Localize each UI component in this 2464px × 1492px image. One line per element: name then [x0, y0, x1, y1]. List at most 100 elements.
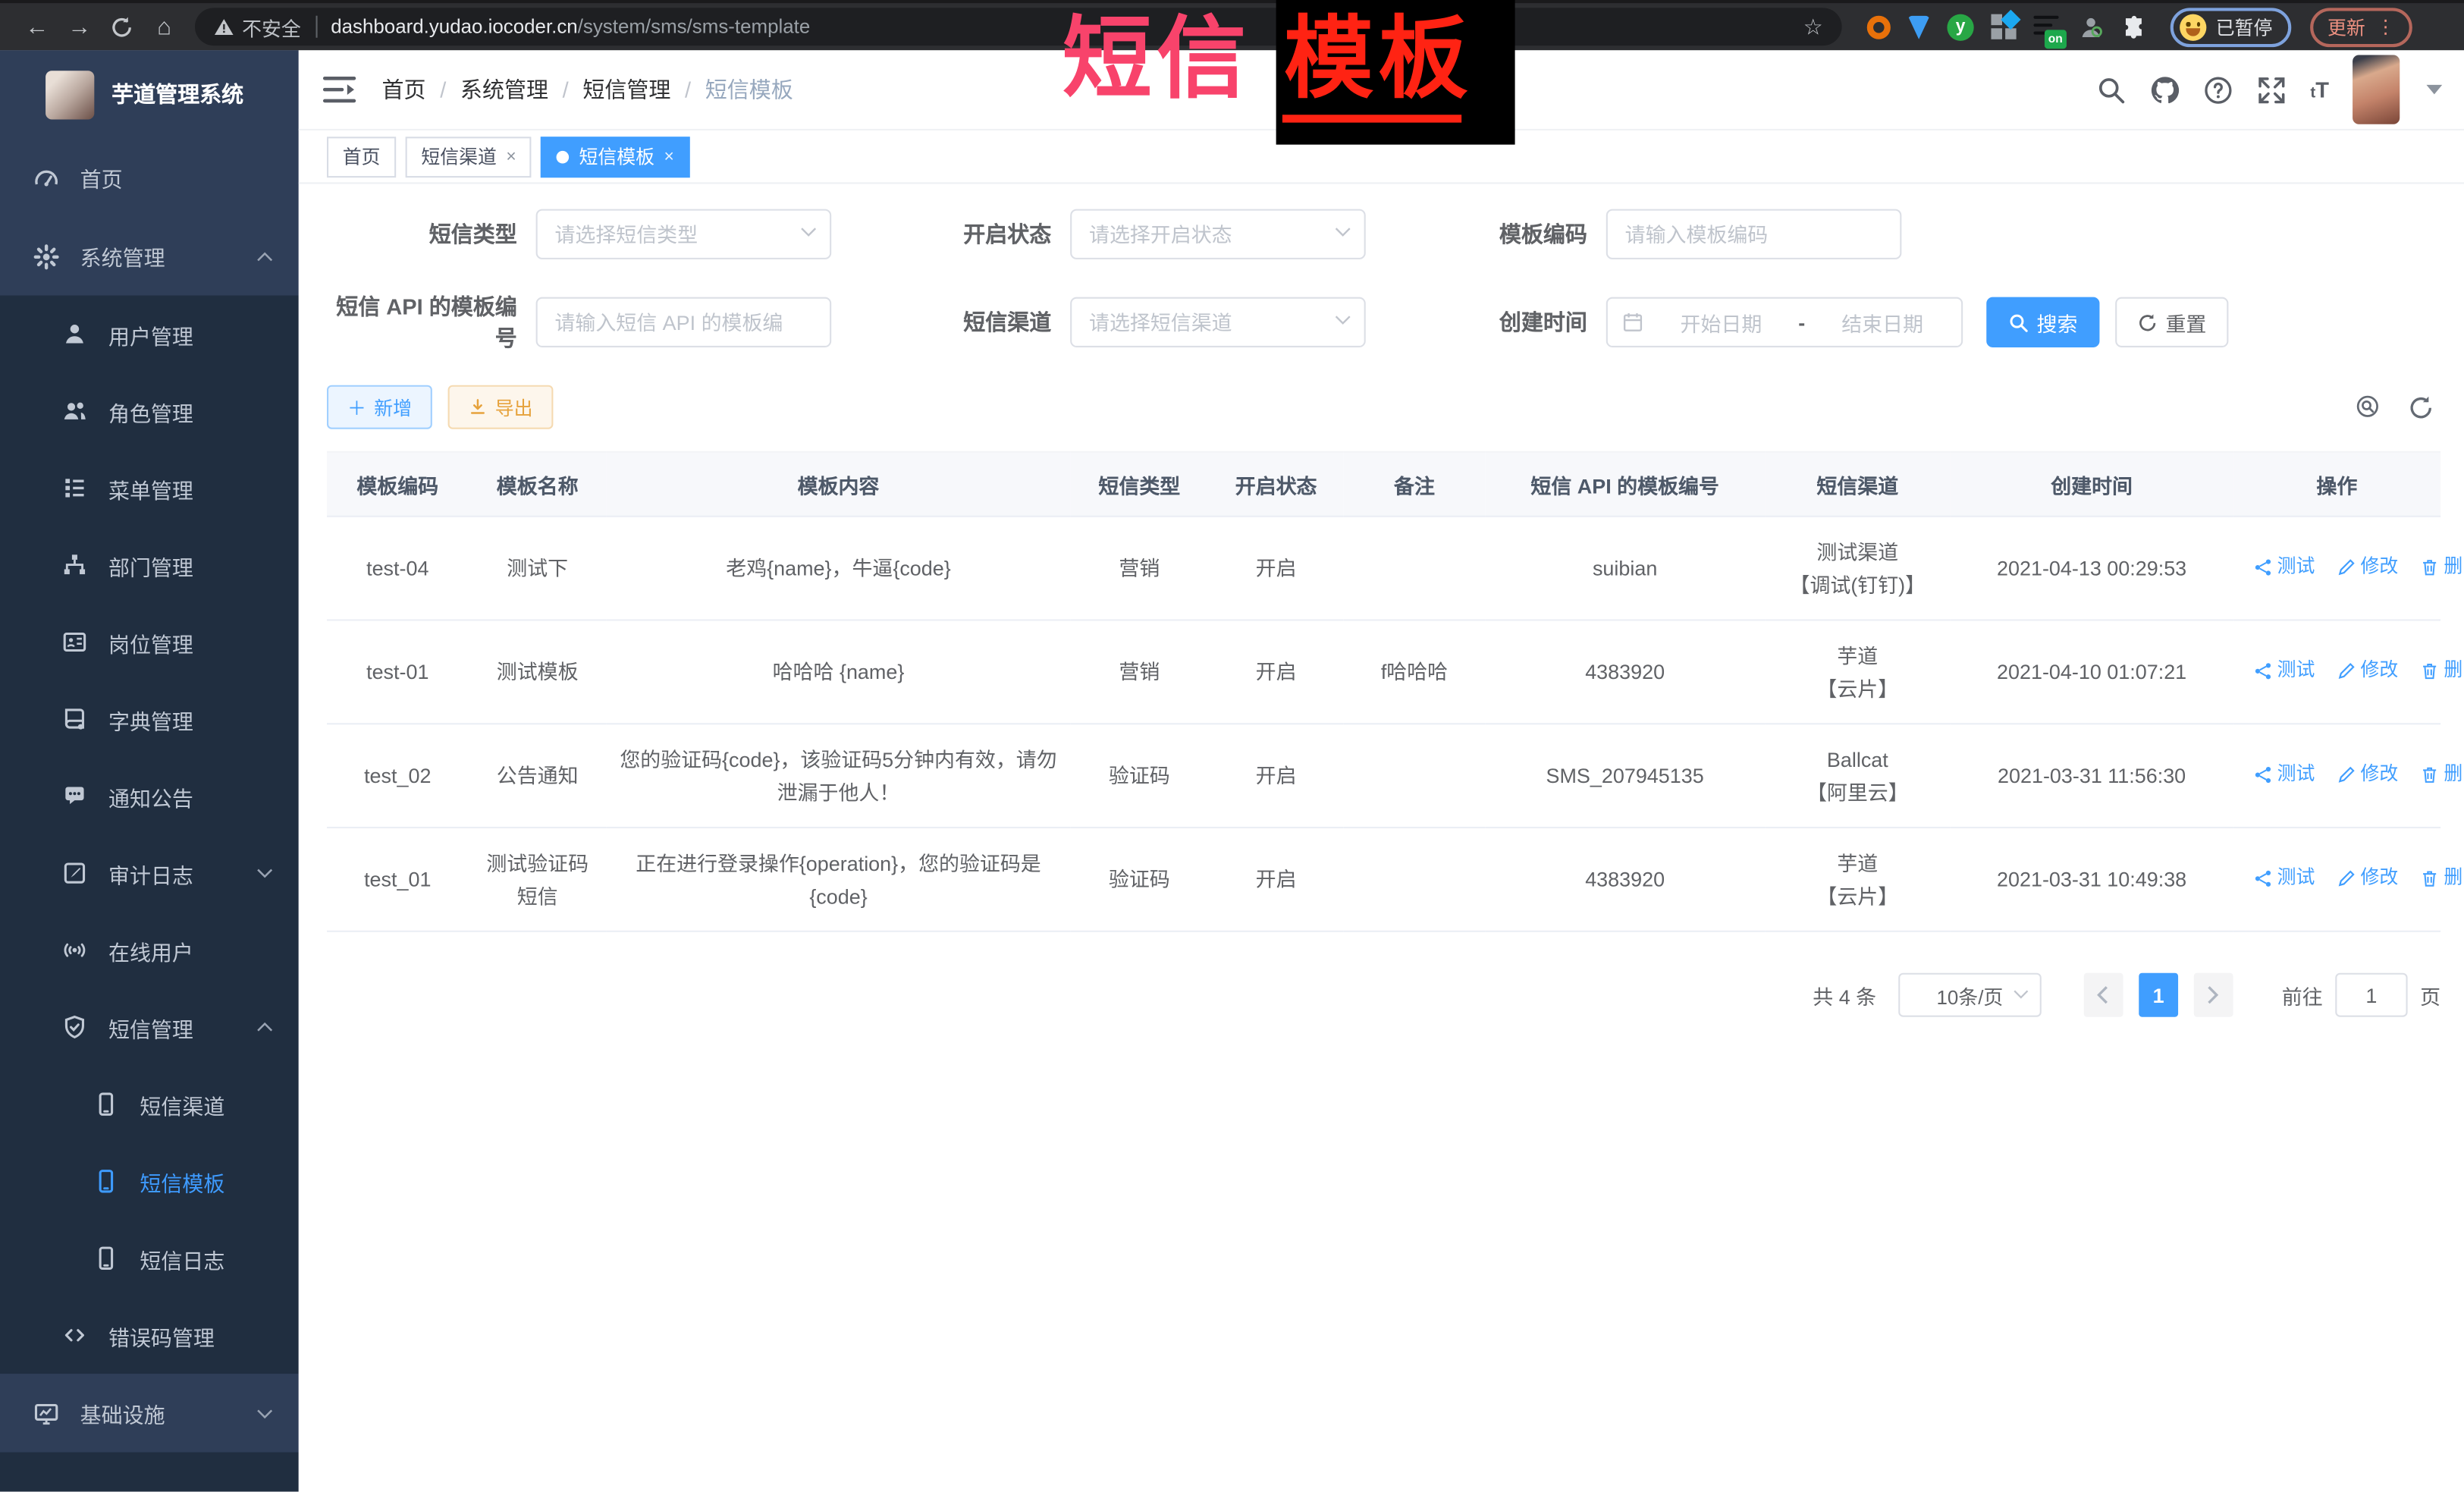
- caret-down-icon[interactable]: [2426, 85, 2442, 94]
- sidebar-item-menus[interactable]: 菜单管理: [0, 450, 299, 527]
- test-link[interactable]: 测试: [2254, 551, 2315, 584]
- github-icon[interactable]: [2150, 74, 2180, 104]
- table-row: test_01 测试验证码短信 正在进行登录操作{operation}，您的验证…: [327, 828, 2440, 931]
- sidebar-toggle-icon[interactable]: [322, 74, 357, 105]
- edit-icon: [2337, 765, 2356, 784]
- date-range-picker[interactable]: 开始日期 - 结束日期: [1606, 297, 1963, 347]
- sidebar-item-home[interactable]: 首页: [0, 138, 299, 217]
- tab-sms-template[interactable]: 短信模板 ×: [541, 136, 690, 177]
- profile-chip[interactable]: 已暂停: [2171, 7, 2292, 46]
- home-icon[interactable]: ⌂: [143, 8, 186, 46]
- prev-page-button[interactable]: [2084, 973, 2123, 1017]
- tab-home[interactable]: 首页: [327, 136, 396, 177]
- channel-select[interactable]: [1070, 297, 1366, 347]
- bookmark-star-icon[interactable]: ☆: [1803, 14, 1823, 40]
- chevron-up-icon: [256, 1022, 274, 1033]
- current-page[interactable]: 1: [2139, 973, 2178, 1017]
- table-row: test-01 测试模板 哈哈哈 {name} 营销 开启 f哈哈哈 43839…: [327, 620, 2440, 724]
- sidebar-item-online-users[interactable]: 在线用户: [0, 912, 299, 989]
- app-logo[interactable]: 芋道管理系统: [0, 50, 299, 138]
- chevron-up-icon: [256, 251, 274, 262]
- api-template-id-input[interactable]: [536, 297, 832, 347]
- sidebar-item-error-codes[interactable]: 错误码管理: [0, 1297, 299, 1374]
- edit-link[interactable]: 修改: [2337, 862, 2398, 895]
- sidebar-item-sms-template[interactable]: 短信模板: [0, 1142, 299, 1220]
- sidebar-item-notices[interactable]: 通知公告: [0, 758, 299, 835]
- edit-link[interactable]: 修改: [2337, 551, 2398, 584]
- extension-grid-icon[interactable]: [1991, 14, 2016, 39]
- breadcrumb-sms[interactable]: 短信管理: [582, 74, 670, 105]
- extension-ring-icon[interactable]: [1867, 15, 1891, 39]
- goto-label: 前往: [2282, 980, 2323, 1010]
- template-code-input[interactable]: [1606, 209, 1902, 259]
- sidebar-item-sms-channel[interactable]: 短信渠道: [0, 1066, 299, 1143]
- goto-page-input[interactable]: [2335, 973, 2407, 1017]
- sidebar-item-system[interactable]: 系统管理: [0, 217, 299, 296]
- search-icon[interactable]: [2097, 74, 2127, 104]
- phone-icon: [93, 1091, 119, 1117]
- share-icon: [2254, 661, 2273, 680]
- edit-link[interactable]: 修改: [2337, 758, 2398, 791]
- status-select[interactable]: [1070, 209, 1366, 259]
- profile-label: 已暂停: [2216, 14, 2273, 40]
- extension-drop-icon[interactable]: [1908, 15, 1930, 39]
- fullscreen-icon[interactable]: [2257, 74, 2287, 104]
- broadcast-icon: [61, 937, 88, 963]
- next-page-button[interactable]: [2194, 973, 2233, 1017]
- sidebar-item-sms-log[interactable]: 短信日志: [0, 1220, 299, 1297]
- sms-type-select[interactable]: [536, 209, 832, 259]
- extension-y-icon[interactable]: y: [1947, 14, 1973, 40]
- search-button[interactable]: 搜索: [1986, 297, 2099, 347]
- update-button[interactable]: 更新 ⋮: [2310, 7, 2412, 46]
- avatar[interactable]: [2353, 55, 2400, 124]
- security-warning[interactable]: 不安全: [214, 12, 301, 42]
- delete-link[interactable]: 删除: [2420, 655, 2464, 688]
- sms-template-table: 模板编码 模板名称 模板内容 短信类型 开启状态 备注 短信 API 的模板编号…: [327, 451, 2440, 932]
- sidebar-item-infrastructure[interactable]: 基础设施: [0, 1374, 299, 1453]
- test-link[interactable]: 测试: [2254, 758, 2315, 791]
- breadcrumb-home[interactable]: 首页: [382, 74, 426, 105]
- tab-sms-channel[interactable]: 短信渠道 ×: [406, 136, 532, 177]
- refresh-icon: [2137, 312, 2158, 332]
- share-icon: [2254, 869, 2273, 887]
- table-header-row: 模板编码 模板名称 模板内容 短信类型 开启状态 备注 短信 API 的模板编号…: [327, 452, 2440, 517]
- delete-link[interactable]: 删除: [2420, 758, 2464, 791]
- calendar-icon: [1622, 311, 1644, 333]
- forward-icon[interactable]: →: [58, 8, 101, 46]
- share-icon: [2254, 558, 2273, 576]
- chevron-down-icon: [256, 1408, 274, 1419]
- export-button[interactable]: 导出: [448, 385, 554, 429]
- sidebar-item-sms[interactable]: 短信管理: [0, 988, 299, 1066]
- extensions-puzzle-icon[interactable]: [2121, 14, 2148, 40]
- help-icon[interactable]: [2203, 74, 2233, 104]
- sidebar-item-audit-log[interactable]: 审计日志: [0, 834, 299, 912]
- close-icon[interactable]: ×: [664, 147, 673, 166]
- delete-link[interactable]: 删除: [2420, 551, 2464, 584]
- page-size-select[interactable]: 10条/页: [1898, 973, 2042, 1017]
- sidebar-item-positions[interactable]: 岗位管理: [0, 604, 299, 681]
- extension-list-on-icon[interactable]: on: [2033, 14, 2060, 40]
- reload-icon[interactable]: [101, 8, 143, 46]
- toggle-search-icon[interactable]: [2356, 394, 2382, 420]
- edit-link[interactable]: 修改: [2337, 655, 2398, 688]
- security-label: 不安全: [242, 12, 301, 42]
- delete-link[interactable]: 删除: [2420, 862, 2464, 895]
- font-size-icon[interactable]: tT: [2310, 77, 2329, 102]
- add-button[interactable]: ＋ 新增: [327, 385, 432, 429]
- search-icon: [2008, 312, 2029, 332]
- sidebar-item-departments[interactable]: 部门管理: [0, 526, 299, 604]
- close-icon[interactable]: ×: [506, 147, 516, 166]
- reset-button[interactable]: 重置: [2115, 297, 2228, 347]
- refresh-table-icon[interactable]: [2408, 394, 2434, 420]
- menu-dots-icon[interactable]: ⋮: [2376, 17, 2395, 36]
- test-link[interactable]: 测试: [2254, 655, 2315, 688]
- sidebar-item-users[interactable]: 用户管理: [0, 296, 299, 373]
- sidebar-item-roles[interactable]: 角色管理: [0, 372, 299, 450]
- update-label: 更新: [2327, 14, 2365, 40]
- sidebar-item-dictionary[interactable]: 字典管理: [0, 680, 299, 758]
- url-bar[interactable]: 不安全 dashboard.yudao.iocoder.cn/system/sm…: [195, 8, 1842, 46]
- test-link[interactable]: 测试: [2254, 862, 2315, 895]
- breadcrumb-system[interactable]: 系统管理: [460, 74, 548, 105]
- back-icon[interactable]: ←: [16, 8, 58, 46]
- extension-person-icon[interactable]: [2077, 14, 2104, 40]
